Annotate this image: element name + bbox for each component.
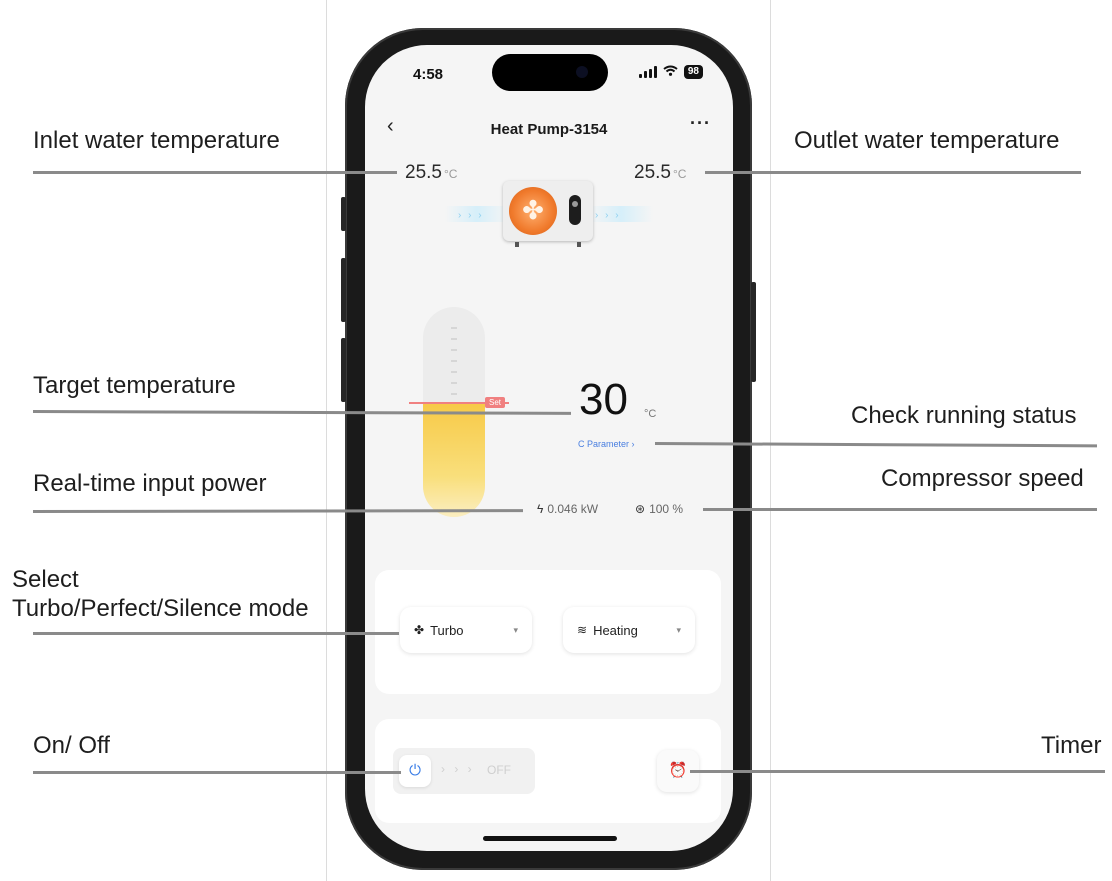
leader-compressor [703,508,1097,511]
callout-running: Check running status [851,402,1077,429]
home-indicator [483,836,617,841]
callout-onoff: On/ Off [33,732,110,759]
device-title: Heat Pump-3154 [490,121,608,138]
wifi-icon [663,65,678,79]
callout-outlet: Outlet water temperature [794,127,1060,154]
callout-inlet: Inlet water temperature [33,127,280,154]
mode-card: ✤ Turbo ▾ ≋ Heating ▾ [375,570,721,694]
phone-screen: 4:58 98 ‹ Heat Pump-3154 ··· 25.5 °C 25.5… [365,45,733,851]
parameter-link[interactable]: C Parameter › [578,439,635,449]
timer-icon: ⏰ [668,762,688,779]
power-state-label: OFF [487,763,511,777]
camera-icon [576,66,588,78]
right-divider [770,0,771,881]
callout-power: Real-time input power [33,470,267,497]
chevron-down-icon: ▾ [513,624,518,635]
slider-ticks [451,327,457,404]
compressor-value: 100 % [649,502,684,516]
side-power-button [751,282,756,382]
volume-down-button [341,338,346,402]
callout-compressor: Compressor speed [881,465,1084,492]
mode-label: Turbo [430,622,464,638]
power-toggle[interactable]: ⏻ › › › OFF [393,748,535,794]
inlet-flow-arrows: › › › [458,210,484,221]
target-temp-value: 30 [579,375,628,424]
set-badge[interactable]: Set [485,397,506,408]
power-value: 0.046 kW [547,502,599,516]
status-icons: 98 [638,65,703,79]
leader-outlet [705,171,1081,174]
inlet-temp-value: 25.5 [405,162,442,183]
signal-icon [638,66,657,78]
compressor-metric: ⊛ 100 % [635,502,683,516]
fan-mode-icon: ✤ [414,623,425,637]
slider-fill [423,401,485,517]
gauge-icon: ⊛ [635,502,646,516]
control-panel-graphic [569,195,581,225]
leader-mode [33,632,399,635]
control-card: ⏻ › › › OFF ⏰ [375,719,721,823]
outlet-temp-readout: 25.5 °C [634,162,686,184]
unit-foot-right [577,242,581,247]
volume-up-button [341,258,346,322]
more-options-icon[interactable]: ··· [690,113,711,134]
inlet-temp-unit: °C [443,167,458,181]
bolt-icon: ϟ [537,502,544,516]
unit-foot-left [515,242,519,247]
outlet-temp-value: 25.5 [634,162,671,183]
status-time: 4:58 [413,66,444,83]
heat-pump-unit-image: ✤ [503,181,593,241]
callout-target: Target temperature [33,372,236,399]
power-arrows: › › › [441,762,475,776]
dynamic-island [492,54,608,91]
fan-icon: ✤ [509,187,557,235]
heat-icon: ≋ [577,623,588,637]
callout-mode-line2: Turbo/Perfect/Silence mode [12,595,309,622]
outlet-temp-unit: °C [672,167,687,181]
inlet-temp-readout: 25.5 °C [405,162,457,184]
leader-inlet [33,171,397,174]
leader-timer [690,770,1105,773]
outlet-flow-arrows: › › › [595,210,621,221]
power-metric: ϟ 0.046 kW [537,502,598,516]
function-label: Heating [593,622,638,638]
leader-onoff [33,771,401,774]
battery-icon: 98 [683,65,703,79]
chevron-down-icon: ▾ [676,624,681,635]
power-icon: ⏻ [399,755,431,787]
leader-target [32,410,572,415]
left-divider [326,0,327,881]
callout-mode-line1: Select [12,566,79,593]
callout-timer: Timer [1041,732,1102,759]
function-dropdown[interactable]: ≋ Heating ▾ [563,607,695,653]
target-temp-unit: °C [644,408,657,420]
action-button [341,197,346,231]
mode-dropdown[interactable]: ✤ Turbo ▾ [400,607,532,653]
